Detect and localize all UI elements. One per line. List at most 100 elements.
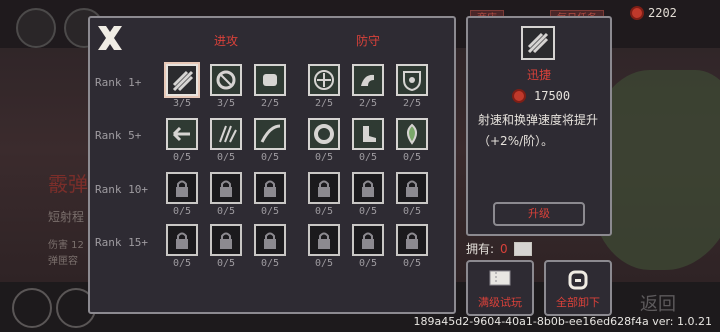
return-button[interactable]: 返回 xyxy=(640,290,676,316)
upgrade-button[interactable]: 升级 xyxy=(493,202,585,226)
weapon-slot[interactable] xyxy=(16,8,56,48)
skill-progress: 0/5 xyxy=(402,258,422,269)
skill-progress: 0/5 xyxy=(358,258,378,269)
skill-slot[interactable] xyxy=(352,224,384,256)
skill-progress: 0/5 xyxy=(402,152,422,163)
skill-progress: 0/5 xyxy=(216,206,236,217)
max-level-trial-button[interactable]: 满级试玩 xyxy=(466,260,534,316)
skill-slot[interactable] xyxy=(308,172,340,204)
trial-label: 满级试玩 xyxy=(478,296,522,309)
skill-progress: 0/5 xyxy=(216,258,236,269)
lock-icon xyxy=(362,232,374,249)
unequip-all-button[interactable]: 全部卸下 xyxy=(544,260,612,316)
lock-icon xyxy=(362,180,374,197)
skill-slot[interactable] xyxy=(352,64,384,96)
weapon-title: 霰弹 xyxy=(48,172,88,196)
lock-icon xyxy=(406,232,418,249)
skill-slot[interactable] xyxy=(254,64,286,96)
ticket-icon xyxy=(489,270,511,286)
skill-slot[interactable] xyxy=(352,118,384,150)
leaf-shield-icon xyxy=(407,123,417,145)
close-x-icon[interactable] xyxy=(94,22,126,54)
skill-progress: 0/5 xyxy=(314,258,334,269)
lock-icon xyxy=(176,180,188,197)
skill-slot[interactable] xyxy=(166,118,198,150)
weapon-mag: 弹匣容 xyxy=(48,256,78,267)
category-attack: 进攻 xyxy=(214,34,239,48)
rank-label: Rank 5+ xyxy=(95,129,142,142)
lock-icon xyxy=(318,180,330,197)
skill-slot[interactable] xyxy=(210,64,242,96)
owned-label: 拥有: xyxy=(466,242,495,256)
arrow-left-icon xyxy=(172,126,190,142)
skill-slot[interactable] xyxy=(210,118,242,150)
skill-progress: 3/5 xyxy=(216,98,236,109)
red-gem-icon xyxy=(512,89,526,103)
lock-icon xyxy=(264,232,276,249)
skill-slot[interactable] xyxy=(254,224,286,256)
skill-slot[interactable] xyxy=(166,172,198,204)
weapon-desc: 短射程 xyxy=(48,210,85,224)
skill-slot[interactable] xyxy=(308,64,340,96)
skill-slot[interactable] xyxy=(166,64,198,96)
skill-slot[interactable] xyxy=(210,224,242,256)
skill-slot[interactable] xyxy=(396,224,428,256)
claws-icon xyxy=(219,125,237,143)
skill-slot[interactable] xyxy=(166,224,198,256)
rank-label: Rank 1+ xyxy=(95,76,142,89)
red-gem-icon xyxy=(630,6,644,20)
skill-slot[interactable] xyxy=(396,64,428,96)
skill-name: 迅捷 xyxy=(526,68,551,82)
skill-progress: 0/5 xyxy=(260,152,280,163)
skill-progress: 2/5 xyxy=(314,98,334,109)
currency-display: 2202 xyxy=(630,6,677,20)
owned-count: 0 xyxy=(500,241,508,256)
muscle-icon xyxy=(361,74,374,86)
boot-icon xyxy=(363,126,376,142)
skill-slot[interactable] xyxy=(308,118,340,150)
skill-slot[interactable] xyxy=(254,172,286,204)
rank-label: Rank 10+ xyxy=(95,183,148,196)
skill-slot[interactable] xyxy=(352,172,384,204)
bottom-slot[interactable] xyxy=(12,288,52,328)
skill-slot[interactable] xyxy=(254,118,286,150)
skill-description: 射速和换弹速度将提升（+2%/阶）。 xyxy=(478,113,599,148)
weapon-damage: 伤害 12 xyxy=(48,240,84,251)
skill-progress: 0/5 xyxy=(314,152,334,163)
skill-progress: 2/5 xyxy=(358,98,378,109)
skill-progress: 0/5 xyxy=(216,152,236,163)
swift-icon xyxy=(521,26,555,60)
swift-icon xyxy=(172,70,194,92)
lock-icon xyxy=(220,180,232,197)
skill-cost-value: 17500 xyxy=(534,89,571,103)
lock-icon xyxy=(220,232,232,249)
skill-progress: 0/5 xyxy=(314,206,334,217)
lock-icon xyxy=(318,232,330,249)
swirl-icon xyxy=(216,70,236,90)
skill-slot[interactable] xyxy=(396,172,428,204)
eye-shield-icon xyxy=(403,71,421,92)
lock-icon xyxy=(264,180,276,197)
skill-progress: 0/5 xyxy=(260,258,280,269)
fist-icon xyxy=(263,74,277,86)
owned-counter: 拥有: 0 xyxy=(466,240,532,257)
skill-progress: 0/5 xyxy=(402,206,422,217)
skill-progress: 3/5 xyxy=(172,98,192,109)
unequip-label: 全部卸下 xyxy=(556,296,600,309)
skill-slot[interactable] xyxy=(210,172,242,204)
rank-label: Rank 15+ xyxy=(95,236,148,249)
skill-cost: 17500 xyxy=(512,89,570,103)
skill-slot[interactable] xyxy=(308,224,340,256)
lock-icon xyxy=(406,180,418,197)
slash-icon xyxy=(260,124,281,143)
version-text: 189a45d2-9604-40a1-8b0b-ee16ed628f4a ver… xyxy=(413,315,712,328)
skill-progress: 2/5 xyxy=(402,98,422,109)
lock-icon xyxy=(176,232,188,249)
skill-panel xyxy=(88,16,456,314)
skill-progress: 2/5 xyxy=(260,98,280,109)
ring-icon xyxy=(314,124,334,144)
skill-progress: 0/5 xyxy=(358,152,378,163)
skill-progress: 0/5 xyxy=(172,258,192,269)
skill-slot[interactable] xyxy=(396,118,428,150)
skill-progress: 0/5 xyxy=(358,206,378,217)
